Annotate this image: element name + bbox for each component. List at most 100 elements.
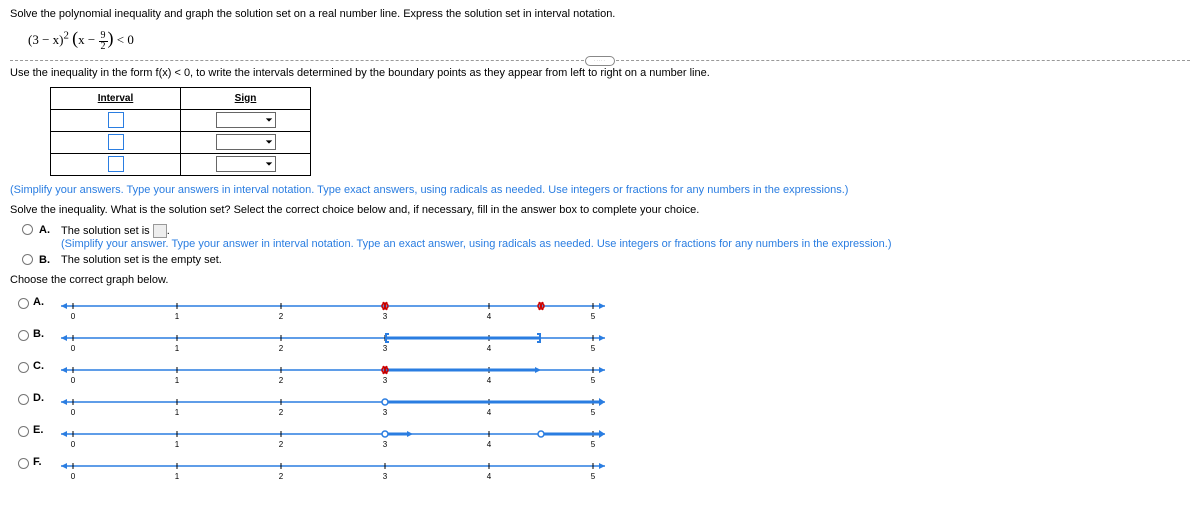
choice-a-radio[interactable]: [22, 224, 33, 235]
number-line-b: 012345: [53, 326, 613, 356]
sign-select-1[interactable]: [216, 112, 276, 128]
fraction: 92: [99, 31, 108, 52]
svg-text:2: 2: [279, 440, 284, 449]
graph-choices: A. 0 1 2 3 4 5 B. 0 1 2 3 4 5 C.: [18, 294, 1190, 486]
svg-text:3: 3: [383, 312, 388, 321]
simplify-note: (Simplify your answers. Type your answer…: [10, 184, 1190, 196]
choice-a-note: (Simplify your answer. Type your answer …: [61, 238, 1190, 250]
svg-text:0: 0: [71, 408, 76, 417]
svg-text:0: 0: [71, 344, 76, 353]
sign-select-2[interactable]: [216, 134, 276, 150]
divider-handle-icon[interactable]: ·····: [585, 56, 615, 66]
choice-b-label: B.: [39, 254, 55, 266]
svg-text:1: 1: [175, 344, 180, 353]
svg-text:4: 4: [487, 312, 492, 321]
interval-input-2[interactable]: [108, 134, 124, 150]
table-row: [51, 131, 311, 153]
graph-a-label: A.: [33, 296, 49, 308]
table-header-sign: Sign: [181, 87, 311, 109]
graph-choice-a: A. 0 1 2 3 4 5: [18, 294, 613, 324]
svg-text:5: 5: [591, 344, 596, 353]
interval-instruction: Use the inequality in the form f(x) < 0,…: [10, 67, 1190, 79]
svg-text:3: 3: [383, 344, 388, 353]
graph-c-label: C.: [33, 360, 49, 372]
svg-text:1: 1: [175, 376, 180, 385]
sign-select-3[interactable]: [216, 156, 276, 172]
choice-a-label: A.: [39, 224, 55, 236]
chevron-down-icon: [265, 116, 273, 124]
choice-a: A. The solution set is . (Simplify your …: [22, 224, 1190, 250]
graph-choice-d: D. 0 1 2 3 4 5: [18, 390, 613, 420]
problem-prompt: Solve the polynomial inequality and grap…: [10, 8, 1190, 20]
svg-text:2: 2: [279, 408, 284, 417]
graph-b-radio[interactable]: [18, 330, 29, 341]
svg-text:5: 5: [591, 312, 596, 321]
graph-b-label: B.: [33, 328, 49, 340]
number-line-e: 0 1 2 3 4 5: [53, 422, 613, 452]
graph-d-label: D.: [33, 392, 49, 404]
graph-prompt: Choose the correct graph below.: [10, 274, 1190, 286]
svg-text:0: 0: [71, 472, 76, 481]
svg-text:4: 4: [487, 440, 492, 449]
number-line-d: 0 1 2 3 4 5: [53, 390, 613, 420]
sign-table: Interval Sign: [50, 87, 311, 176]
svg-text:4: 4: [487, 472, 492, 481]
frac-den: 2: [99, 42, 108, 52]
graph-e-label: E.: [33, 424, 49, 436]
svg-text:2: 2: [279, 312, 284, 321]
graph-choice-b: B. 012345: [18, 326, 613, 356]
interval-input-1[interactable]: [108, 112, 124, 128]
svg-text:3: 3: [383, 472, 388, 481]
svg-text:5: 5: [591, 376, 596, 385]
number-line-c: 012345: [53, 358, 613, 388]
graph-d-radio[interactable]: [18, 394, 29, 405]
chevron-down-icon: [265, 160, 273, 168]
svg-text:5: 5: [591, 408, 596, 417]
graph-e-radio[interactable]: [18, 426, 29, 437]
table-row: [51, 153, 311, 175]
interval-input-3[interactable]: [108, 156, 124, 172]
svg-text:3: 3: [383, 376, 388, 385]
table-header-interval: Interval: [51, 87, 181, 109]
choice-a-text-after: .: [167, 224, 170, 236]
svg-text:2: 2: [279, 472, 284, 481]
choice-b-text: The solution set is the empty set.: [61, 254, 1190, 266]
chevron-down-icon: [265, 138, 273, 146]
graph-choice-f: F. 0 1 2 3 4 5: [18, 454, 613, 484]
svg-text:0: 0: [71, 312, 76, 321]
section-divider: ·····: [10, 60, 1190, 61]
frac-num: 9: [99, 31, 108, 42]
svg-text:2: 2: [279, 376, 284, 385]
graph-f-label: F.: [33, 456, 49, 468]
choice-a-text-before: The solution set is: [61, 224, 153, 236]
graph-a-radio[interactable]: [18, 298, 29, 309]
number-line-a: 0 1 2 3 4 5: [53, 294, 613, 324]
svg-text:3: 3: [383, 440, 388, 449]
graph-choice-e: E. 0 1 2 3 4 5: [18, 422, 613, 452]
svg-text:1: 1: [175, 312, 180, 321]
graph-f-radio[interactable]: [18, 458, 29, 469]
svg-text:5: 5: [591, 472, 596, 481]
expr-rel: < 0: [114, 32, 134, 47]
svg-text:5: 5: [591, 440, 596, 449]
expr-xminus: x −: [78, 32, 98, 47]
inequality-expression: (3 − x)2 (x − 92) < 0: [28, 28, 1190, 52]
table-row: [51, 109, 311, 131]
svg-text:4: 4: [487, 408, 492, 417]
number-line-f: 0 1 2 3 4 5: [53, 454, 613, 484]
graph-c-radio[interactable]: [18, 362, 29, 373]
svg-text:2: 2: [279, 344, 284, 353]
svg-text:1: 1: [175, 440, 180, 449]
svg-text:1: 1: [175, 408, 180, 417]
graph-choice-c: C. 012345: [18, 358, 613, 388]
expr-exp: 2: [64, 30, 69, 42]
solution-set-input[interactable]: [153, 224, 167, 238]
solve-prompt: Solve the inequality. What is the soluti…: [10, 204, 1190, 216]
svg-text:0: 0: [71, 376, 76, 385]
svg-text:0: 0: [71, 440, 76, 449]
svg-text:3: 3: [383, 408, 388, 417]
svg-text:1: 1: [175, 472, 180, 481]
expr-base: (3 − x): [28, 32, 64, 47]
choice-b-radio[interactable]: [22, 254, 33, 265]
choice-b: B. The solution set is the empty set.: [22, 254, 1190, 266]
